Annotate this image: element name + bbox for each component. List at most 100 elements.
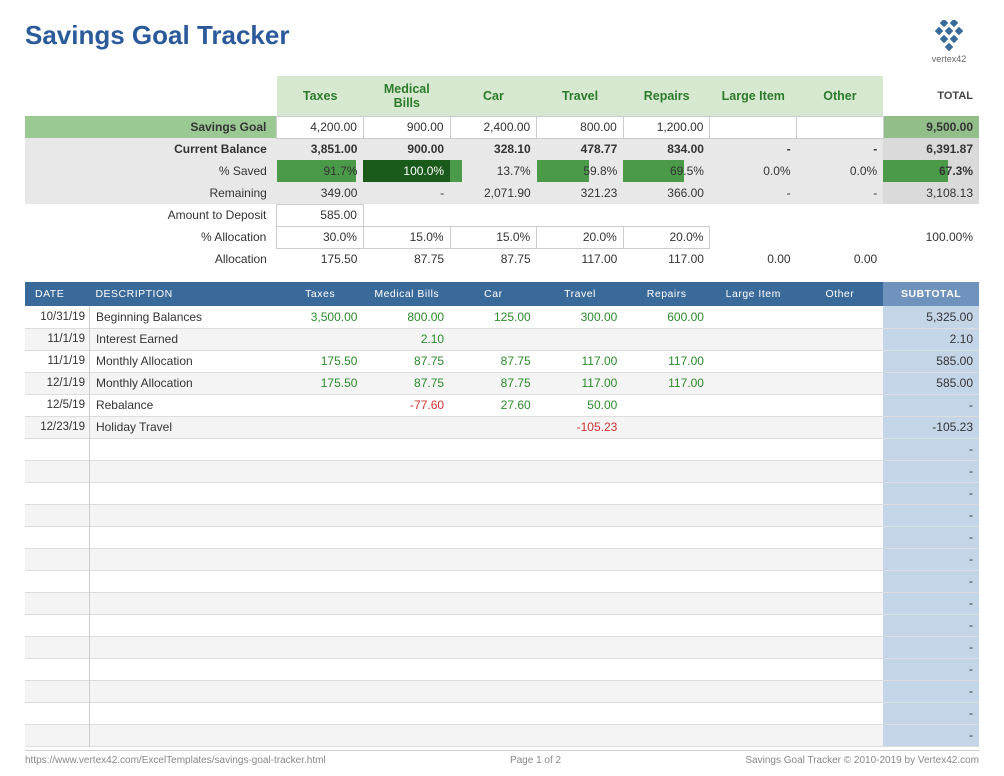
cell-value[interactable] [363, 548, 450, 570]
cell-value[interactable] [537, 482, 624, 504]
cell-desc[interactable] [89, 592, 276, 614]
cell-value[interactable] [363, 438, 450, 460]
cell-value[interactable] [363, 504, 450, 526]
cell-value[interactable] [710, 438, 797, 460]
cell-value[interactable] [277, 614, 364, 636]
cell-value[interactable] [797, 350, 884, 372]
cell-desc[interactable]: Holiday Travel [89, 416, 276, 438]
cell-value[interactable] [623, 570, 710, 592]
cell-value[interactable] [277, 504, 364, 526]
cell-desc[interactable] [89, 482, 276, 504]
cell-desc[interactable] [89, 614, 276, 636]
cell-value[interactable] [450, 724, 537, 746]
cell-value[interactable] [277, 724, 364, 746]
cell-value[interactable] [797, 394, 884, 416]
cell-value[interactable] [277, 394, 364, 416]
cell-value[interactable] [363, 636, 450, 658]
cell-value[interactable] [710, 724, 797, 746]
cell-value[interactable] [277, 438, 364, 460]
cell-value[interactable] [537, 636, 624, 658]
cell-value[interactable] [623, 548, 710, 570]
cell-value[interactable] [797, 614, 884, 636]
cell-value[interactable]: 125.00 [450, 306, 537, 328]
cell-desc[interactable] [89, 438, 276, 460]
cell-value[interactable] [623, 724, 710, 746]
cell-value[interactable] [623, 680, 710, 702]
cell-value[interactable] [363, 614, 450, 636]
cell-desc[interactable] [89, 636, 276, 658]
cell-value[interactable] [537, 460, 624, 482]
cell-value[interactable] [710, 548, 797, 570]
cell-value[interactable] [277, 702, 364, 724]
cell-date[interactable] [25, 548, 89, 570]
cell-value[interactable] [537, 592, 624, 614]
cell-date[interactable] [25, 592, 89, 614]
cell-date[interactable] [25, 636, 89, 658]
cell-value[interactable] [363, 526, 450, 548]
cell-value[interactable]: 87.75 [363, 350, 450, 372]
cell-value[interactable] [797, 438, 884, 460]
cell-desc[interactable] [89, 526, 276, 548]
cell-value[interactable] [537, 526, 624, 548]
cell-value[interactable] [537, 438, 624, 460]
cell-value[interactable] [710, 306, 797, 328]
cell-value[interactable] [710, 350, 797, 372]
cell-value[interactable] [450, 570, 537, 592]
cell-value[interactable] [797, 328, 884, 350]
cell-desc[interactable] [89, 724, 276, 746]
cell-value[interactable] [623, 394, 710, 416]
cell-value[interactable]: 87.75 [363, 372, 450, 394]
cell-value[interactable] [277, 548, 364, 570]
cell-desc[interactable] [89, 702, 276, 724]
cell-value[interactable] [797, 570, 884, 592]
cell-value[interactable] [797, 680, 884, 702]
cell-value[interactable] [450, 702, 537, 724]
cell-value[interactable]: -105.23 [537, 416, 624, 438]
cell-desc[interactable] [89, 570, 276, 592]
cell-value[interactable] [277, 460, 364, 482]
cell-date[interactable]: 11/1/19 [25, 328, 89, 350]
cell-date[interactable]: 12/1/19 [25, 372, 89, 394]
cell-value[interactable]: 800.00 [363, 306, 450, 328]
cell-value[interactable] [537, 614, 624, 636]
cell-date[interactable] [25, 658, 89, 680]
cell-value[interactable] [797, 724, 884, 746]
cell-value[interactable]: 27.60 [450, 394, 537, 416]
cell-value[interactable] [623, 416, 710, 438]
cell-date[interactable]: 12/5/19 [25, 394, 89, 416]
cell-value[interactable] [537, 724, 624, 746]
cell-desc[interactable]: Monthly Allocation [89, 350, 276, 372]
cell-value[interactable] [277, 526, 364, 548]
cell-value[interactable] [797, 526, 884, 548]
cell-value[interactable] [537, 658, 624, 680]
cell-value[interactable] [277, 482, 364, 504]
cell-value[interactable] [623, 504, 710, 526]
cell-desc[interactable]: Beginning Balances [89, 306, 276, 328]
cell-value[interactable] [363, 680, 450, 702]
cell-date[interactable] [25, 526, 89, 548]
cell-value[interactable] [277, 592, 364, 614]
cell-value[interactable] [537, 570, 624, 592]
cell-value[interactable] [363, 724, 450, 746]
cell-value[interactable]: 117.00 [537, 372, 624, 394]
cell-date[interactable]: 12/23/19 [25, 416, 89, 438]
cell-value[interactable] [450, 636, 537, 658]
cell-value[interactable] [623, 460, 710, 482]
cell-value[interactable] [450, 482, 537, 504]
cell-value[interactable] [277, 680, 364, 702]
cell-date[interactable] [25, 570, 89, 592]
cell-value[interactable] [450, 416, 537, 438]
cell-value[interactable] [277, 416, 364, 438]
cell-value[interactable] [450, 328, 537, 350]
cell-value[interactable] [450, 548, 537, 570]
cell-value[interactable] [450, 614, 537, 636]
cell-value[interactable] [710, 658, 797, 680]
cell-value[interactable] [623, 438, 710, 460]
cell-value[interactable] [537, 504, 624, 526]
cell-date[interactable] [25, 482, 89, 504]
cell-value[interactable] [537, 548, 624, 570]
cell-value[interactable] [363, 416, 450, 438]
cell-value[interactable] [710, 482, 797, 504]
cell-value[interactable] [363, 658, 450, 680]
cell-value[interactable] [277, 636, 364, 658]
